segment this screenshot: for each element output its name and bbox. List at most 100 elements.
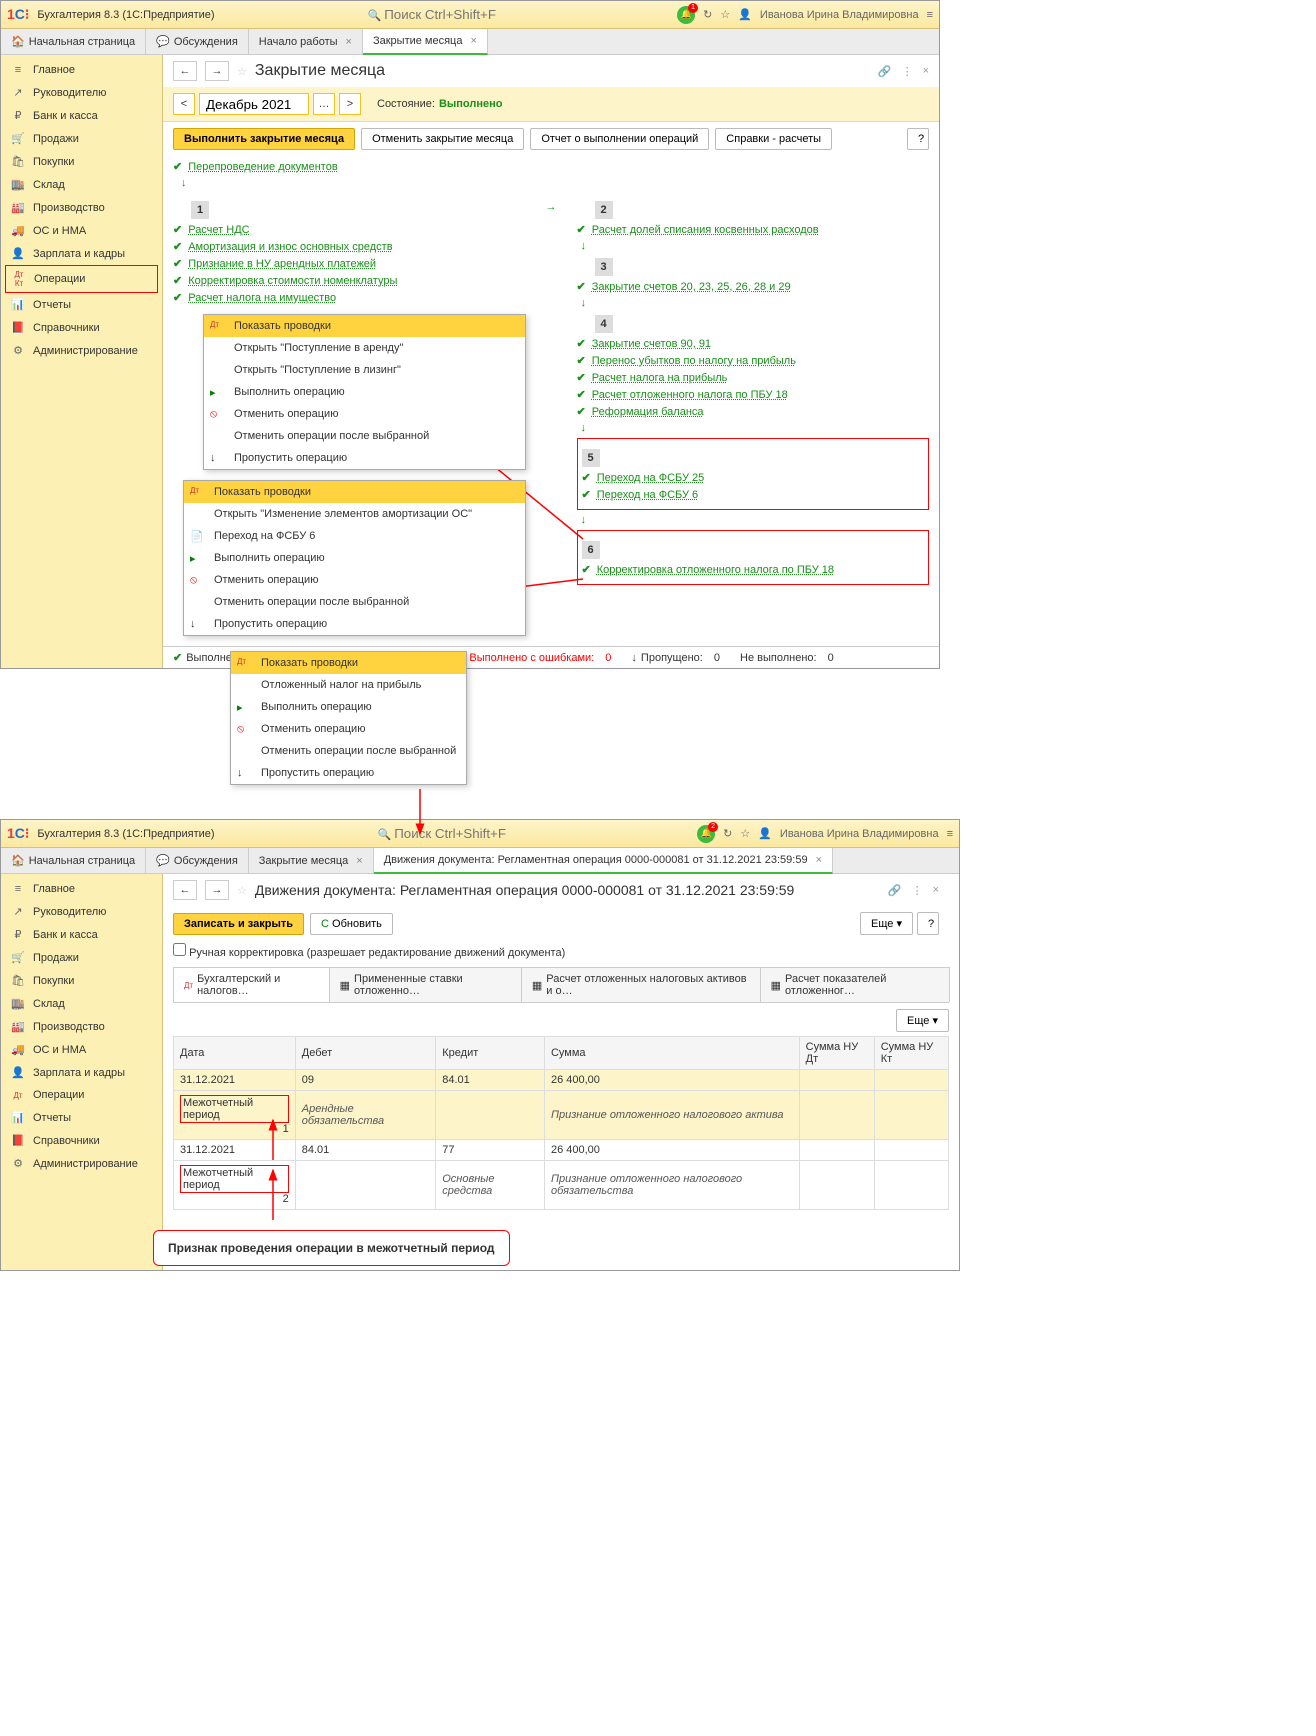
refcalc-button[interactable]: Справки - расчеты	[715, 128, 832, 150]
period-picker[interactable]: …	[313, 93, 335, 115]
close-icon[interactable]: ×	[933, 884, 939, 897]
more-button-grid[interactable]: Еще ▾	[896, 1009, 949, 1032]
tab2-closing[interactable]: Закрытие месяца×	[249, 848, 374, 874]
mi3-cancel-after[interactable]: Отменить операции после выбранной	[231, 740, 466, 762]
tab2-home[interactable]: 🏠 Начальная страница	[1, 848, 146, 874]
mi-open-rent[interactable]: Открыть "Поступление в аренду"	[204, 337, 525, 359]
link-icon[interactable]: 🔗	[888, 884, 902, 897]
menu-icon[interactable]: ≡	[927, 9, 933, 21]
mi2-cancel-after[interactable]: Отменить операции после выбранной	[184, 591, 525, 613]
tab-discussions[interactable]: 💬 Обсуждения	[146, 29, 249, 55]
mi-skip[interactable]: ↓Пропустить операцию	[204, 447, 525, 469]
op-nds[interactable]: Расчет НДС	[188, 224, 249, 236]
op-fsbu6[interactable]: Переход на ФСБУ 6	[597, 489, 698, 501]
report-button[interactable]: Отчет о выполнении операций	[530, 128, 709, 150]
mi3-exec[interactable]: ▸Выполнить операцию	[231, 696, 466, 718]
table-row[interactable]: Межотчетный период1 Арендные обязательст…	[174, 1091, 949, 1140]
table-row[interactable]: 31.12.20210984.0126 400,00	[174, 1070, 949, 1091]
sidebar-item-admin[interactable]: ⚙Администрирование	[1, 339, 162, 362]
sb2-bank[interactable]: ₽Банк и касса	[1, 923, 162, 946]
reperform-link[interactable]: Перепроведение документов	[188, 161, 337, 173]
period-prev[interactable]: <	[173, 93, 195, 115]
sidebar-item-reports[interactable]: 📊Отчеты	[1, 293, 162, 316]
mi3-show-entries[interactable]: ДтПоказать проводки	[231, 652, 466, 674]
bell-icon[interactable]: 🔔1	[677, 6, 695, 24]
table-row[interactable]: 31.12.202184.017726 400,00	[174, 1140, 949, 1161]
sidebar-item-purchases[interactable]: 🛍Покупки	[1, 150, 162, 173]
tab2-discussions[interactable]: 💬 Обсуждения	[146, 848, 249, 874]
table-row[interactable]: Межотчетный период2 Основные средстваПри…	[174, 1161, 949, 1210]
execute-button[interactable]: Выполнить закрытие месяца	[173, 128, 355, 150]
more-icon[interactable]: ⋮	[902, 65, 913, 78]
op-rent-nu[interactable]: Признание в НУ арендных платежей	[188, 258, 376, 270]
global-search-2[interactable]: 🔍	[215, 826, 698, 841]
sidebar-item-production[interactable]: 🏭Производство	[1, 196, 162, 219]
sidebar-item-payroll[interactable]: 👤Зарплата и кадры	[1, 242, 162, 265]
save-close-button[interactable]: Записать и закрыть	[173, 913, 304, 935]
star-icon[interactable]: ☆	[237, 65, 247, 78]
user-icon[interactable]: 👤	[758, 827, 772, 840]
subtab-deferred-assets[interactable]: ▦ Расчет отложенных налоговых активов и …	[521, 967, 761, 1002]
nav-fwd[interactable]: →	[205, 61, 229, 81]
op-fsbu25[interactable]: Переход на ФСБУ 25	[597, 472, 705, 484]
mi-open-leasing[interactable]: Открыть "Поступление в лизинг"	[204, 359, 525, 381]
sb2-assets[interactable]: 🚚ОС и НМА	[1, 1038, 162, 1061]
sidebar-item-bank[interactable]: ₽Банк и касса	[1, 104, 162, 127]
star-icon[interactable]: ☆	[740, 827, 750, 840]
sb2-catalogs[interactable]: 📕Справочники	[1, 1129, 162, 1152]
sb2-payroll[interactable]: 👤Зарплата и кадры	[1, 1061, 162, 1084]
sidebar-item-manager[interactable]: ↗Руководителю	[1, 81, 162, 104]
star-icon[interactable]: ☆	[720, 8, 730, 21]
help-button-2[interactable]: ?	[917, 912, 939, 935]
sb2-main[interactable]: ≡Главное	[1, 878, 162, 900]
sidebar-item-sales[interactable]: 🛒Продажи	[1, 127, 162, 150]
mi-show-entries[interactable]: ДтПоказать проводки	[204, 315, 525, 337]
mi-cancel[interactable]: ⦸Отменить операцию	[204, 403, 525, 425]
subtab-rates[interactable]: ▦ Примененные ставки отложенно…	[329, 967, 522, 1002]
mi-exec[interactable]: ▸Выполнить операцию	[204, 381, 525, 403]
sb2-operations[interactable]: ДтОперации	[1, 1084, 162, 1106]
cancel-button[interactable]: Отменить закрытие месяца	[361, 128, 524, 150]
tab-closing[interactable]: Закрытие месяца×	[363, 29, 488, 55]
op-close90[interactable]: Закрытие счетов 90, 91	[592, 338, 711, 350]
period-next[interactable]: >	[339, 93, 361, 115]
mi2-open-amort[interactable]: Открыть "Изменение элементов амортизации…	[184, 503, 525, 525]
op-indirect[interactable]: Расчет долей списания косвенных расходов	[592, 224, 819, 236]
star-icon[interactable]: ☆	[237, 884, 247, 897]
mi3-deferred[interactable]: Отложенный налог на прибыль	[231, 674, 466, 696]
link-icon[interactable]: 🔗	[878, 65, 892, 78]
refresh-button[interactable]: С Обновить	[310, 913, 393, 935]
sb2-manager[interactable]: ↗Руководителю	[1, 900, 162, 923]
sidebar-item-warehouse[interactable]: 🏬Склад	[1, 173, 162, 196]
more-button[interactable]: Еще ▾	[860, 912, 913, 935]
mi2-show-entries[interactable]: ДтПоказать проводки	[184, 481, 525, 503]
entries-grid[interactable]: Дата Дебет Кредит Сумма Сумма НУ Дт Сумм…	[173, 1036, 949, 1210]
sb2-admin[interactable]: ⚙Администрирование	[1, 1152, 162, 1175]
sb2-purchases[interactable]: 🛍Покупки	[1, 969, 162, 992]
sidebar-item-catalogs[interactable]: 📕Справочники	[1, 316, 162, 339]
mi3-skip[interactable]: ↓Пропустить операцию	[231, 762, 466, 784]
op-property-tax[interactable]: Расчет налога на имущество	[188, 292, 336, 304]
more-icon[interactable]: ⋮	[912, 884, 923, 897]
close-icon[interactable]: ×	[923, 65, 929, 78]
menu-icon[interactable]: ≡	[947, 828, 953, 840]
history-icon[interactable]: ↻	[723, 827, 732, 840]
nav2-fwd[interactable]: →	[205, 880, 229, 900]
global-search[interactable]: 🔍	[215, 7, 678, 22]
period-input[interactable]	[199, 93, 309, 115]
help-button[interactable]: ?	[907, 128, 929, 150]
search-input-2[interactable]	[394, 826, 534, 841]
sb2-production[interactable]: 🏭Производство	[1, 1015, 162, 1038]
op-close20[interactable]: Закрытие счетов 20, 23, 25, 26, 28 и 29	[592, 281, 791, 293]
mi-cancel-after[interactable]: Отменить операции после выбранной	[204, 425, 525, 447]
mi2-cancel[interactable]: ⦸Отменить операцию	[184, 569, 525, 591]
tab-home[interactable]: 🏠 Начальная страница	[1, 29, 146, 55]
sidebar-item-assets[interactable]: 🚚ОС и НМА	[1, 219, 162, 242]
op-correct-cost[interactable]: Корректировка стоимости номенклатуры	[188, 275, 397, 287]
op-amort[interactable]: Амортизация и износ основных средств	[188, 241, 392, 253]
user-icon[interactable]: 👤	[738, 8, 752, 21]
sb2-warehouse[interactable]: 🏬Склад	[1, 992, 162, 1015]
search-input[interactable]	[384, 7, 524, 22]
subtab-accounting[interactable]: Дт Бухгалтерский и налогов…	[173, 967, 330, 1002]
sidebar-item-main[interactable]: ≡Главное	[1, 59, 162, 81]
